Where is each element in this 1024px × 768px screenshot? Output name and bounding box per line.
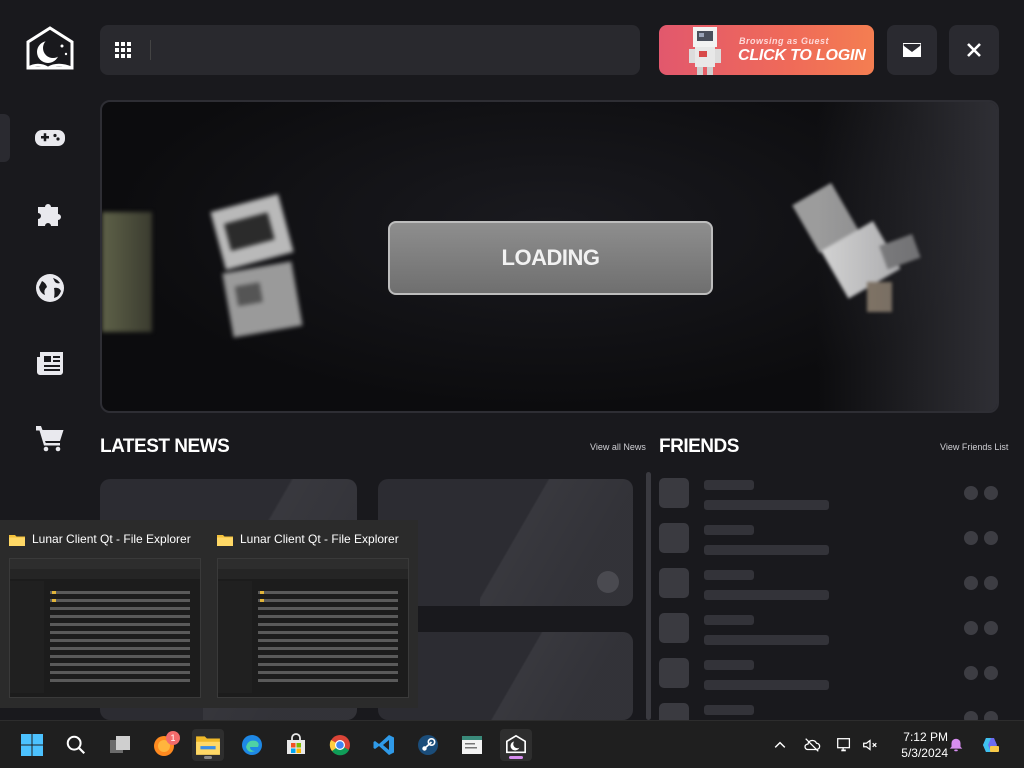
close-button[interactable] (949, 25, 999, 75)
clock-date: 5/3/2024 (901, 746, 948, 760)
astronaut-icon (689, 27, 721, 75)
start-button[interactable] (16, 729, 48, 761)
tray-cloud-button[interactable] (802, 735, 822, 755)
active-indicator (509, 756, 523, 759)
folder-icon (217, 535, 233, 546)
taskbar-app-steam[interactable] (412, 729, 444, 761)
cloud-offline-icon (804, 738, 821, 752)
window-thumbnail[interactable]: Lunar Client Qt - File Explorer (208, 520, 416, 708)
taskbar-clock[interactable]: 7:12 PM 5/3/2024 (888, 729, 948, 761)
sidebar-active-indicator (0, 114, 10, 162)
task-view-button[interactable] (104, 729, 136, 761)
chevron-up-icon (774, 741, 786, 748)
edge-icon (242, 735, 262, 755)
sidebar-item-servers[interactable] (28, 266, 72, 310)
search-bar[interactable] (100, 25, 640, 75)
friend-row-placeholder (659, 613, 999, 647)
taskbar-app-firefox[interactable]: 1 (148, 729, 180, 761)
close-icon (967, 43, 981, 57)
mail-button[interactable] (887, 25, 937, 75)
steam-icon (418, 735, 438, 755)
thumbnail-title: Lunar Client Qt - File Explorer (32, 532, 191, 546)
launch-button-label: LOADING (501, 245, 600, 270)
taskbar-app-vscode[interactable] (368, 729, 400, 761)
window-thumbnail[interactable]: Lunar Client Qt - File Explorer (0, 520, 208, 708)
view-all-news-link[interactable]: View all News (590, 442, 646, 452)
friend-row-placeholder (659, 478, 999, 512)
search-input[interactable] (160, 35, 620, 65)
friend-row-placeholder (659, 568, 999, 602)
folder-icon (9, 535, 25, 546)
tray-network-button[interactable] (834, 735, 854, 755)
tray-overflow-button[interactable] (770, 735, 790, 755)
globe-icon (36, 274, 64, 302)
sidebar-item-play[interactable] (28, 116, 72, 160)
login-subtitle: Browsing as Guest (739, 36, 830, 46)
news-card-dot (597, 571, 619, 593)
chrome-icon (329, 735, 350, 756)
active-indicator (204, 756, 212, 759)
tray-volume-button[interactable] (860, 735, 880, 755)
bell-icon (949, 738, 963, 752)
task-view-icon (110, 736, 130, 753)
puzzle-icon (38, 204, 61, 226)
lunar-client-icon (506, 734, 526, 754)
news-title: LATEST NEWS (100, 436, 230, 457)
sidebar-item-news[interactable] (28, 341, 72, 385)
search-icon (66, 735, 86, 755)
copilot-icon (983, 738, 999, 752)
windows-start-icon (21, 734, 43, 756)
store-icon (287, 733, 305, 754)
hero-glow (817, 102, 997, 411)
hero-banner: LOADING (100, 100, 999, 413)
vscode-icon (373, 735, 394, 755)
notification-bell-button[interactable] (946, 735, 966, 755)
hero-block-decoration (102, 212, 152, 332)
news-scrollbar[interactable] (646, 472, 651, 720)
sidebar-item-store[interactable] (28, 416, 72, 460)
thumbnail-preview (9, 558, 201, 698)
news-card-shade (480, 632, 633, 720)
cart-icon (36, 426, 64, 452)
lunar-logo-icon[interactable] (24, 26, 76, 74)
taskbar-app-file-explorer[interactable] (192, 729, 224, 761)
friend-row-placeholder (659, 703, 999, 720)
taskbar-thumbnail-panel: Lunar Client Qt - File Explorer Lunar Cl… (0, 520, 418, 708)
newspaper-icon (37, 352, 63, 375)
thumbnail-title: Lunar Client Qt - File Explorer (240, 532, 399, 546)
login-label: CLICK TO LOGIN (738, 47, 866, 64)
grid-menu-icon[interactable] (114, 41, 132, 59)
taskbar-app-edge[interactable] (236, 729, 268, 761)
notepad-icon (462, 736, 482, 754)
view-friends-list-link[interactable]: View Friends List (940, 442, 1008, 452)
taskbar: 1 7:12 PM 5/3/2024 (0, 720, 1024, 768)
copilot-button[interactable] (980, 735, 1000, 755)
taskbar-app-chrome[interactable] (324, 729, 356, 761)
friend-row-placeholder (659, 658, 999, 692)
search-divider (150, 40, 151, 60)
thumbnail-preview (217, 558, 409, 698)
volume-muted-icon (863, 739, 877, 751)
login-button[interactable]: Browsing as Guest CLICK TO LOGIN (659, 25, 874, 75)
network-icon (837, 738, 851, 752)
taskbar-search-button[interactable] (60, 729, 92, 761)
taskbar-app-store[interactable] (280, 729, 312, 761)
notification-badge: 1 (166, 731, 180, 745)
launch-button[interactable]: LOADING (388, 221, 713, 295)
file-explorer-icon (196, 736, 220, 755)
gamepad-icon (35, 130, 65, 146)
friend-row-placeholder (659, 523, 999, 557)
taskbar-app-lunar-client[interactable] (500, 729, 532, 761)
envelope-icon (903, 43, 921, 57)
friends-title: FRIENDS (659, 436, 739, 457)
clock-time: 7:12 PM (903, 730, 948, 744)
astronaut-left-illustration (210, 193, 303, 338)
sidebar-item-mods[interactable] (28, 191, 72, 235)
taskbar-app-notepad[interactable] (456, 729, 488, 761)
